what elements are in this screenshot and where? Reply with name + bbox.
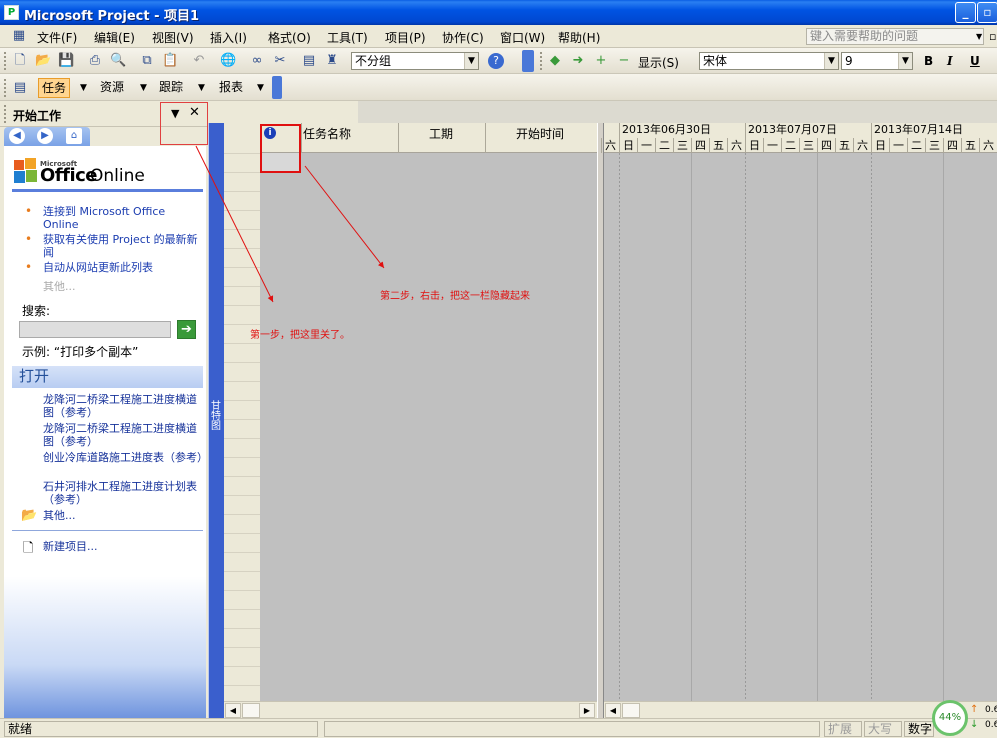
arrow-step2 bbox=[304, 165, 385, 269]
status-num: 数字 bbox=[904, 721, 934, 737]
download-arrow-icon: ↓ bbox=[970, 719, 979, 730]
download-speed: 0.6 bbox=[985, 720, 997, 730]
upload-speed: 0.6 bbox=[985, 705, 997, 715]
annotation-step2: 第二步，右击，把这一栏隐藏起来 bbox=[380, 291, 530, 302]
upload-arrow-icon: ↑ bbox=[970, 704, 979, 715]
arrow-step1 bbox=[195, 145, 274, 303]
status-ext: 扩展 bbox=[824, 721, 862, 737]
status-blank bbox=[324, 721, 820, 737]
annotation-arrows bbox=[195, 145, 385, 303]
status-ready: 就绪 bbox=[4, 721, 318, 737]
annotation-step1: 第一步，把这里关了。 bbox=[250, 330, 350, 341]
percent-widget[interactable]: 44% bbox=[932, 700, 968, 736]
app-window: P Microsoft Project - 项目1 _ ▫ ▦ 文件(F) 编辑… bbox=[0, 0, 997, 738]
status-bar: 就绪 扩展 大写 数字 bbox=[0, 718, 997, 738]
status-caps: 大写 bbox=[864, 721, 902, 737]
